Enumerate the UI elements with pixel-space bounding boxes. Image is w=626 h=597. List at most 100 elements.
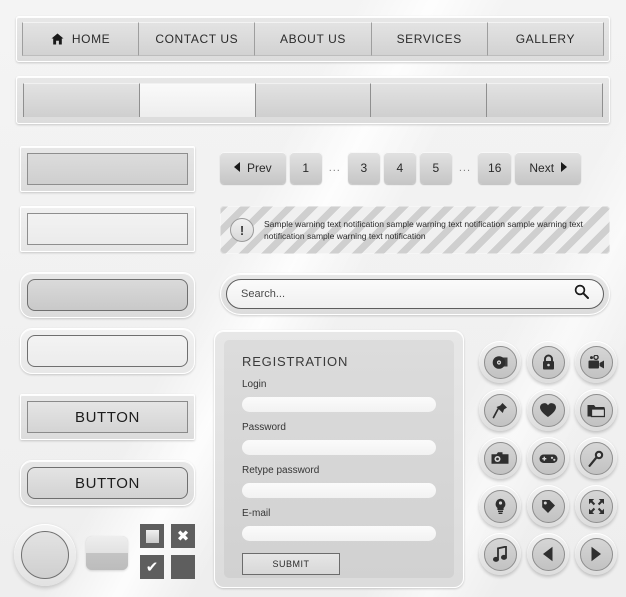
- text-field-rounded-light-inner: [27, 335, 188, 367]
- pagination-prev-button[interactable]: Prev: [220, 152, 286, 184]
- nav-item-services[interactable]: SERVICES: [371, 22, 488, 56]
- nav-item-about-us[interactable]: ABOUT US: [255, 22, 372, 56]
- segment-cell-3[interactable]: [255, 83, 372, 117]
- button-square-wrapper: BUTTON: [20, 394, 195, 440]
- email-label: E-mail: [242, 508, 271, 519]
- registration-panel: REGISTRATION Login Password Retype passw…: [214, 330, 464, 588]
- gamepad-icon-button[interactable]: [527, 437, 569, 479]
- button-square[interactable]: BUTTON: [27, 401, 188, 433]
- heart-icon-button[interactable]: [527, 389, 569, 431]
- pagination-next-button[interactable]: Next: [515, 152, 582, 184]
- video-camera-icon: [579, 345, 613, 379]
- icon-cell: [572, 482, 620, 530]
- icon-cell: [572, 338, 620, 386]
- toggle-switch-bottom: [86, 553, 128, 570]
- pagination-page-1[interactable]: 1: [289, 152, 322, 184]
- folder-icon: [579, 393, 613, 427]
- search-bar-inner: [226, 279, 604, 309]
- nav-item-home[interactable]: HOME: [22, 22, 140, 56]
- video-camera-icon-button[interactable]: [575, 341, 617, 383]
- folder-icon-button[interactable]: [575, 389, 617, 431]
- toggle-switch[interactable]: [86, 536, 128, 570]
- pagination-page-5[interactable]: 5: [419, 152, 452, 184]
- close-icon: ✖: [176, 527, 190, 545]
- nav-item-label: ABOUT US: [280, 32, 346, 46]
- checkbox-empty[interactable]: [171, 555, 195, 579]
- pushpin-icon-button[interactable]: [479, 389, 521, 431]
- registration-body: REGISTRATION Login Password Retype passw…: [224, 340, 454, 578]
- fullscreen-icon: [579, 489, 613, 523]
- lock-icon-button[interactable]: [527, 341, 569, 383]
- segment-cell-2-active[interactable]: [139, 83, 256, 117]
- nav-item-label: SERVICES: [396, 32, 462, 46]
- icon-cell: [524, 530, 572, 578]
- icon-cell: [524, 434, 572, 482]
- music-note-icon-button[interactable]: [479, 533, 521, 575]
- text-field-rounded-filled-inner: [27, 279, 188, 311]
- nav-item-gallery[interactable]: GALLERY: [487, 22, 605, 56]
- chevron-right-icon: [560, 161, 568, 175]
- disc-icon-button[interactable]: [479, 341, 521, 383]
- home-icon: [51, 33, 64, 45]
- icon-cell: [524, 482, 572, 530]
- exclamation-icon: !: [230, 218, 254, 242]
- microphone-icon-button[interactable]: [575, 437, 617, 479]
- retype-password-input[interactable]: [242, 483, 436, 498]
- email-input[interactable]: [242, 526, 436, 541]
- icon-cell: [524, 338, 572, 386]
- submit-button[interactable]: SUBMIT: [242, 553, 340, 575]
- arrow-left-icon-button[interactable]: [527, 533, 569, 575]
- search-input[interactable]: [241, 288, 574, 300]
- warning-notification: ! Sample warning text notification sampl…: [220, 206, 610, 254]
- lightbulb-icon: [483, 489, 517, 523]
- search-icon[interactable]: [574, 284, 589, 304]
- login-input[interactable]: [242, 397, 436, 412]
- chevron-left-icon: [234, 161, 241, 175]
- text-field-square-light-inner: [27, 213, 188, 245]
- checkbox-check[interactable]: ✔: [140, 555, 164, 579]
- arrow-left-icon: [531, 537, 565, 571]
- tag-icon-button[interactable]: [527, 485, 569, 527]
- registration-title: REGISTRATION: [242, 354, 349, 369]
- text-field-square-light[interactable]: [20, 206, 195, 252]
- icon-cell: [476, 386, 524, 434]
- pagination-page-3[interactable]: 3: [347, 152, 380, 184]
- checkbox-close[interactable]: ✖: [171, 524, 195, 548]
- text-field-square-filled-inner: [27, 153, 188, 185]
- checkbox-square[interactable]: [140, 524, 164, 548]
- pagination-gap-left: ...: [328, 162, 341, 174]
- icon-cell: [476, 530, 524, 578]
- nav-item-label: HOME: [71, 32, 111, 46]
- segment-cell-5[interactable]: [487, 83, 603, 117]
- toggle-switch-top: [86, 536, 128, 553]
- text-field-rounded-filled[interactable]: [20, 272, 195, 318]
- lightbulb-icon-button[interactable]: [479, 485, 521, 527]
- pagination-page-4[interactable]: 4: [383, 152, 416, 184]
- main-navigation-bar: HOME CONTACT US ABOUT US SERVICES GALLER…: [16, 16, 610, 62]
- ui-kit-stage: HOME CONTACT US ABOUT US SERVICES GALLER…: [0, 0, 626, 597]
- fullscreen-icon-button[interactable]: [575, 485, 617, 527]
- checkbox-group: ✖ ✔: [140, 524, 195, 579]
- nav-item-contact-us[interactable]: CONTACT US: [139, 22, 256, 56]
- lock-icon: [531, 345, 565, 379]
- nav-item-label: GALLERY: [515, 32, 576, 46]
- arrow-right-icon-button[interactable]: [575, 533, 617, 575]
- icon-cell: [572, 530, 620, 578]
- password-input[interactable]: [242, 440, 436, 455]
- icon-cell: [476, 338, 524, 386]
- pushpin-icon: [483, 393, 517, 427]
- round-knob-button[interactable]: [14, 524, 76, 586]
- camera-icon-button[interactable]: [479, 437, 521, 479]
- text-field-square-filled[interactable]: [20, 146, 195, 192]
- text-field-rounded-light[interactable]: [20, 328, 195, 374]
- segment-cell-4[interactable]: [371, 83, 488, 117]
- button-rounded[interactable]: BUTTON: [27, 467, 188, 499]
- pagination-prev-label: Prev: [247, 161, 272, 175]
- nav-item-label: CONTACT US: [155, 32, 239, 46]
- tag-icon: [531, 489, 565, 523]
- pagination-page-16[interactable]: 16: [478, 152, 512, 184]
- segment-cell-1[interactable]: [23, 83, 140, 117]
- segmented-bar: [16, 76, 610, 124]
- password-label: Password: [242, 422, 286, 433]
- icon-cell: [524, 386, 572, 434]
